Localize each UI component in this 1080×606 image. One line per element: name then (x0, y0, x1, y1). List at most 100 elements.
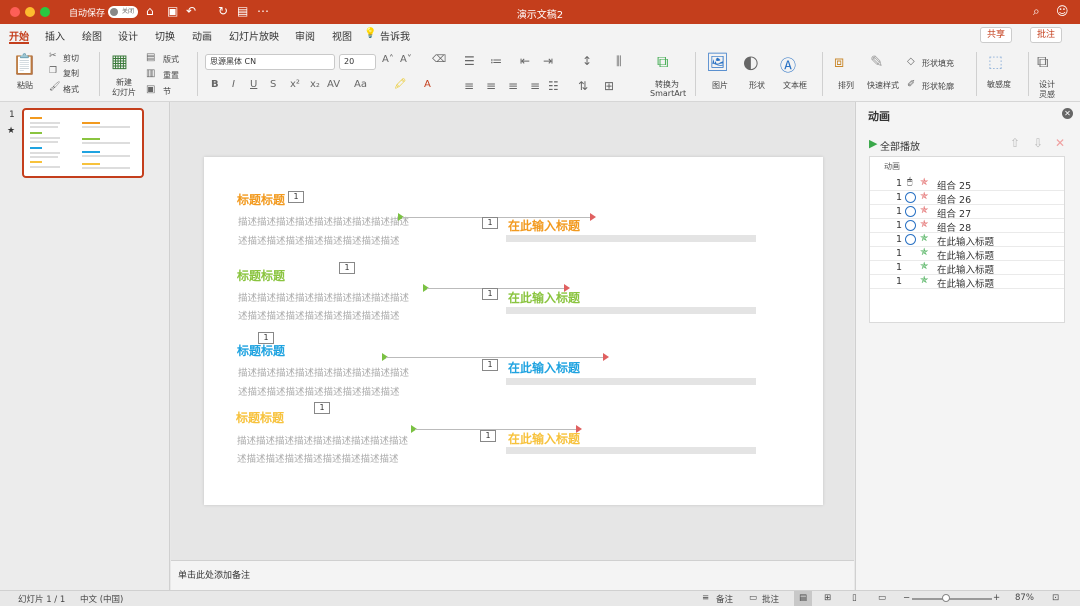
scissors-icon[interactable]: ✂ (49, 51, 57, 61)
slide[interactable]: 标题标题 1 描述描述描述描述描述描述描述描述描述 述描述描述描述描述描述描述描… (204, 157, 823, 505)
notes-button[interactable]: 备注 (716, 593, 733, 605)
tab-slideshow[interactable]: 幻灯片放映 (229, 28, 279, 43)
zoom-out-icon[interactable]: − (903, 593, 910, 603)
close-icon[interactable]: ✕ (1062, 108, 1073, 119)
justify-icon[interactable]: ≡ (530, 79, 540, 93)
reading-view-icon[interactable]: ▯ (852, 593, 857, 603)
move-down-icon[interactable]: ⇩ (1033, 136, 1043, 150)
fill-icon[interactable]: ◇ (907, 56, 915, 67)
bold-icon[interactable]: B (211, 79, 219, 90)
reset-label[interactable]: 重置 (163, 70, 179, 81)
animation-item[interactable]: 1 ✯ 组合 28 (870, 219, 1064, 234)
font-name-select[interactable]: 思源黑体 CN (205, 54, 335, 70)
section-label[interactable]: 节 (163, 86, 171, 97)
char-spacing-icon[interactable]: AV (327, 79, 340, 90)
section-3-heading[interactable]: 标题标题 (237, 342, 285, 359)
format-label[interactable]: 格式 (63, 84, 79, 95)
align-center-icon[interactable]: ≡ (486, 79, 496, 93)
search-icon[interactable]: ⌕ (1033, 4, 1040, 19)
animation-item[interactable]: 1 ✯ 在此输入标题 (870, 233, 1064, 248)
tell-me[interactable]: 告诉我 (380, 28, 410, 43)
shape-icon[interactable]: ◐ (743, 52, 759, 73)
cut-label[interactable]: 剪切 (63, 53, 79, 64)
new-slide-icon[interactable]: ▦ (111, 51, 128, 72)
comments-icon[interactable]: ▭ (749, 593, 757, 603)
clipboard-icon[interactable]: 📋 (12, 52, 37, 76)
sorter-view-icon[interactable]: ⊞ (824, 593, 831, 603)
section-2-heading[interactable]: 标题标题 (237, 267, 285, 284)
comments-button[interactable]: 批注 (1030, 27, 1063, 43)
tab-animations[interactable]: 动画 (192, 28, 212, 43)
section-4-placeholder[interactable]: 在此输入标题 (508, 430, 580, 447)
new-slide-label-2[interactable]: 幻灯片 (112, 87, 136, 98)
highlight-icon[interactable]: 🖍 (394, 79, 407, 90)
section-4-desc-1[interactable]: 描述描述描述描述描述描述描述描述描述 (237, 433, 408, 447)
language[interactable]: 中文 (中国) (80, 593, 123, 605)
animation-item[interactable]: 1 ✯ 在此输入标题 (870, 261, 1064, 276)
copy-label[interactable]: 复制 (63, 68, 79, 79)
subscript-icon[interactable]: x₂ (310, 79, 320, 90)
tab-view[interactable]: 视图 (332, 28, 352, 43)
play-icon[interactable]: ▶ (869, 137, 877, 150)
tab-review[interactable]: 审阅 (295, 28, 315, 43)
section-1-placeholder[interactable]: 在此输入标题 (508, 217, 580, 234)
change-case-icon[interactable]: Aa (354, 79, 367, 90)
decrease-indent-icon[interactable]: ⇤ (520, 54, 530, 68)
tab-transitions[interactable]: 切换 (155, 28, 175, 43)
reset-icon[interactable]: ▥ (146, 68, 155, 79)
increase-font-icon[interactable]: A˄ (382, 54, 394, 65)
font-color-icon[interactable]: A (424, 79, 431, 90)
textbox-icon[interactable]: Ⓐ (780, 52, 796, 76)
strikethrough-icon[interactable]: S (270, 79, 276, 90)
tab-insert[interactable]: 插入 (45, 28, 65, 43)
section-1-desc-2[interactable]: 述描述描述描述描述描述描述描述描述 (238, 233, 400, 247)
superscript-icon[interactable]: x² (290, 79, 300, 90)
normal-view-icon[interactable]: ▤ (794, 591, 812, 606)
section-4-heading[interactable]: 标题标题 (236, 409, 284, 426)
shape-fill-label[interactable]: 形状填充 (922, 58, 954, 69)
picture-icon[interactable]: 🖼 (706, 52, 729, 73)
line-spacing-icon[interactable]: ↕ (582, 54, 592, 68)
delete-icon[interactable]: ✕ (1055, 136, 1065, 150)
tab-draw[interactable]: 绘图 (82, 28, 102, 43)
layout-label[interactable]: 版式 (163, 54, 179, 65)
italic-icon[interactable]: I (232, 79, 235, 90)
section-1-desc-1[interactable]: 描述描述描述描述描述描述描述描述描述 (238, 214, 409, 228)
notes-placeholder[interactable]: 单击此处添加备注 (178, 568, 250, 581)
section-2-placeholder[interactable]: 在此输入标题 (508, 289, 580, 306)
section-icon[interactable]: ▣ (146, 84, 155, 95)
align-right-icon[interactable]: ≡ (508, 79, 518, 93)
sensitivity-label[interactable]: 敏感度 (987, 79, 1011, 90)
quick-styles-label[interactable]: 快速样式 (867, 80, 899, 91)
bullets-icon[interactable]: ☰ (464, 54, 475, 68)
layout-icon[interactable]: ▤ (146, 52, 155, 63)
distributed-icon[interactable]: ☷ (548, 79, 559, 93)
section-4-desc-2[interactable]: 述描述描述描述描述描述描述描述描述 (237, 451, 399, 465)
section-2-desc-1[interactable]: 描述描述描述描述描述描述描述描述描述 (238, 290, 409, 304)
align-text-icon[interactable]: ⊞ (604, 79, 614, 93)
account-icon[interactable]: ☺ (1056, 4, 1069, 18)
textbox-label[interactable]: 文本框 (783, 80, 807, 91)
paste-label[interactable]: 粘贴 (17, 80, 33, 91)
designer-icon[interactable]: ⧉ (1037, 52, 1048, 72)
section-3-desc-2[interactable]: 述描述描述描述描述描述描述描述描述 (238, 384, 400, 398)
move-up-icon[interactable]: ⇧ (1010, 136, 1020, 150)
text-direction-icon[interactable]: ⇅ (578, 79, 588, 93)
align-left-icon[interactable]: ≡ (464, 79, 474, 93)
animation-item[interactable]: 1 ✯ 组合 26 (870, 191, 1064, 206)
designer-label-2[interactable]: 灵感 (1039, 89, 1055, 100)
smartart-icon[interactable]: ⧉ (657, 52, 668, 72)
numbering-icon[interactable]: ≔ (490, 54, 502, 68)
sensitivity-icon[interactable]: ⬚ (988, 52, 1003, 71)
font-size-select[interactable]: 20 (339, 54, 376, 70)
underline-icon[interactable]: U (250, 79, 257, 90)
clear-format-icon[interactable]: ⌫ (432, 54, 446, 65)
quick-styles-icon[interactable]: ✎ (870, 52, 883, 71)
animation-item[interactable]: 1 ✯ 在此输入标题 (870, 275, 1064, 290)
zoom-level[interactable]: 87% (1015, 593, 1034, 603)
play-all-button[interactable]: 全部播放 (880, 138, 920, 153)
arrange-icon[interactable]: ⧈ (834, 52, 844, 72)
format-painter-icon[interactable]: 🖌 (49, 82, 60, 92)
tab-home[interactable]: 开始 (9, 28, 29, 43)
zoom-in-icon[interactable]: + (993, 593, 1000, 603)
